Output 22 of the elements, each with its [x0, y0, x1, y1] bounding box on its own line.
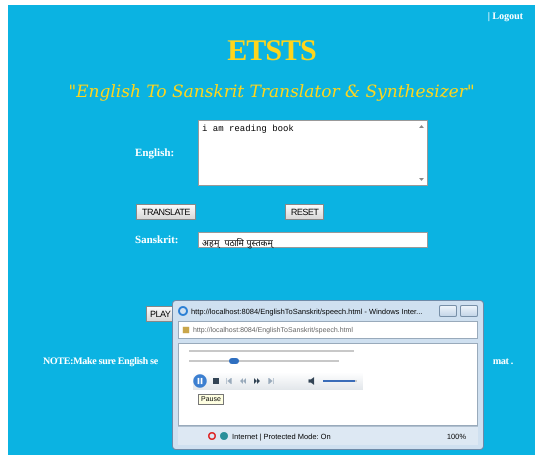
- fast-forward-icon[interactable]: [253, 378, 261, 384]
- sanskrit-text-area[interactable]: अहम् पठामि पुस्तकम्: [198, 232, 428, 248]
- next-icon[interactable]: [267, 378, 275, 384]
- minimize-button[interactable]: [439, 305, 457, 317]
- page-icon: [182, 326, 190, 334]
- app-subtitle: "English To Sanskrit Translator & Synthesizer": [68, 82, 475, 102]
- note-text: NOTE:Make sure English se: [43, 356, 158, 367]
- browser-icon: [178, 306, 188, 316]
- app-title: ETSTS: [227, 34, 316, 68]
- seek-thumb[interactable]: [229, 358, 239, 364]
- pause-icon[interactable]: [193, 374, 207, 388]
- rewind-icon[interactable]: [239, 378, 247, 384]
- translate-button[interactable]: TRANSLATE: [136, 204, 196, 220]
- english-text-area[interactable]: i am reading book: [198, 120, 428, 186]
- maximize-button[interactable]: [460, 305, 478, 317]
- speaker-icon[interactable]: [308, 377, 317, 385]
- previous-icon[interactable]: [225, 378, 233, 384]
- scrollbar-arrows-icon[interactable]: [419, 124, 424, 182]
- reset-button[interactable]: RESET: [284, 204, 324, 220]
- sanskrit-label: Sanskrit:: [134, 234, 180, 246]
- english-label: English:: [134, 147, 176, 159]
- note-text-end: mat .: [492, 356, 513, 367]
